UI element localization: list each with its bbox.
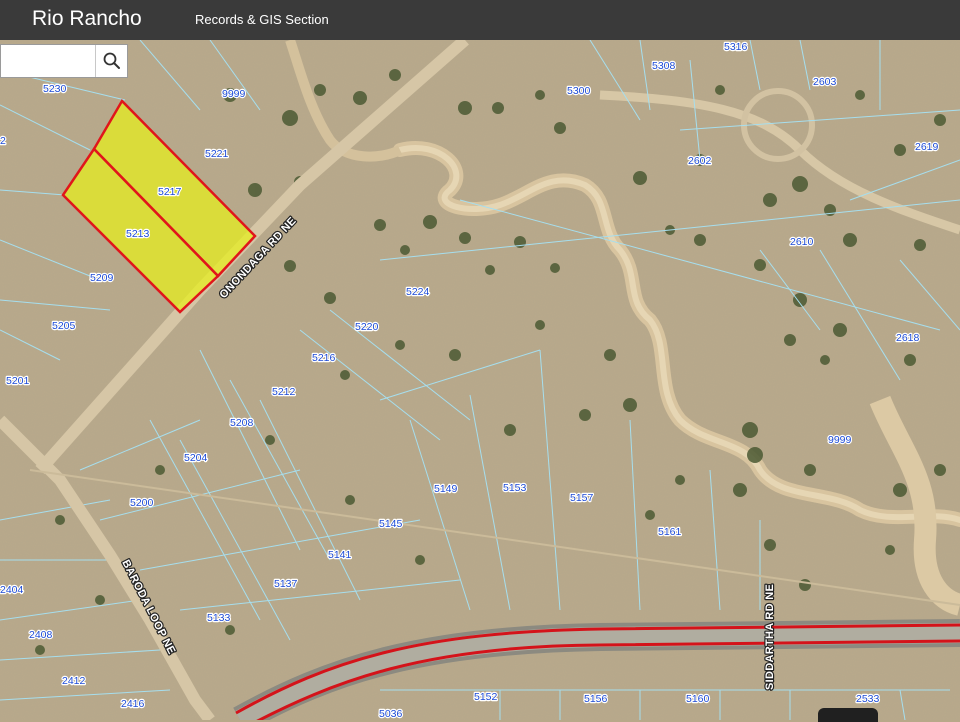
aerial-map[interactable]: 5230 9999 5221 5217 5213 5209 5205 5201 … [0, 40, 960, 720]
parcel-label: 5201 [6, 375, 30, 387]
parcel-label: 2408 [29, 629, 53, 641]
parcel-label: 5224 [406, 286, 430, 298]
parcel-label: 2412 [62, 675, 86, 687]
parcel-label: 2404 [0, 584, 24, 596]
parcel-label: 5209 [90, 272, 114, 284]
parcel-label: 5212 [272, 386, 296, 398]
parcel-label: 5149 [434, 483, 458, 495]
parcel-label: 5221 [205, 148, 229, 160]
parcel-label: 5133 [207, 612, 231, 624]
parcel-label: 5160 [686, 693, 710, 705]
top-header-bar: Rio Rancho Records & GIS Section [0, 0, 960, 40]
parcel-label: 2416 [121, 698, 145, 710]
app-title[interactable]: Rio Rancho [32, 7, 142, 31]
parcel-label: 5145 [379, 518, 403, 530]
parcel-label: 5316 [724, 41, 748, 53]
parcel-label: 5036 [379, 708, 403, 720]
section-title: Records & GIS Section [195, 12, 329, 27]
parcel-label: 5217 [158, 186, 182, 198]
parcel-label: 5204 [184, 452, 208, 464]
search-button[interactable] [95, 45, 127, 77]
parcel-label: 5213 [126, 228, 150, 240]
parcel-label: 2602 [688, 155, 712, 167]
parcel-label: 5161 [658, 526, 682, 538]
search-input[interactable] [1, 45, 93, 77]
parcel-label: 5230 [43, 83, 67, 95]
parcel-label: 2610 [790, 236, 814, 248]
parcel-label: 5156 [584, 693, 608, 705]
parcel-label: 2618 [896, 332, 920, 344]
map-view[interactable]: 5230 9999 5221 5217 5213 5209 5205 5201 … [0, 40, 960, 720]
parcel-label: 5300 [567, 85, 591, 97]
parcel-label: 5308 [652, 60, 676, 72]
parcel-label: 5153 [503, 482, 527, 494]
parcel-label: 9999 [828, 434, 852, 446]
parcel-label: 5205 [52, 320, 76, 332]
parcel-label: 2619 [915, 141, 939, 153]
parcel-label: 5137 [274, 578, 298, 590]
parcel-label: 2603 [813, 76, 837, 88]
parcel-label: 5200 [130, 497, 154, 509]
search-icon [103, 52, 120, 69]
parcel-label: 5152 [474, 691, 498, 703]
parcel-label: 5141 [328, 549, 352, 561]
parcel-label: 2533 [856, 693, 880, 705]
parcel-label: 9999 [222, 88, 246, 100]
parcel-label: 5216 [312, 352, 336, 364]
search-bar [0, 44, 128, 78]
parcel-label: 5220 [355, 321, 379, 333]
parcel-label: 5208 [230, 417, 254, 429]
road-label-siddartha: SIDDARTHA RD NE [764, 584, 776, 690]
parcel-label: 2 [0, 135, 6, 147]
parcel-label: 5157 [570, 492, 594, 504]
